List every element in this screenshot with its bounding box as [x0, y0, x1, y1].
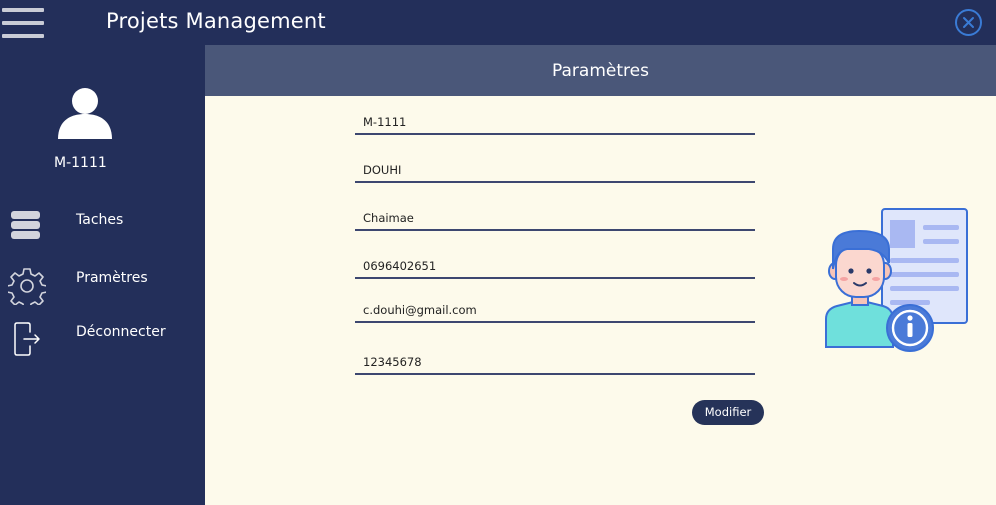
user-info-illustration-icon [823, 207, 973, 357]
sidebar-item-label: Pramètres [76, 270, 148, 286]
user-code-input[interactable] [363, 115, 743, 129]
sidebar-item-label: Déconnecter [76, 324, 166, 340]
sidebar-item-parametres[interactable]: Pramètres [0, 257, 205, 310]
logout-icon [14, 321, 42, 362]
phone-field[interactable] [355, 253, 755, 279]
modify-button[interactable]: Modifier [692, 400, 764, 425]
page-header: Paramètres [205, 45, 996, 96]
sidebar-item-deconnecter[interactable]: Déconnecter [0, 311, 205, 356]
password-input[interactable] [363, 355, 743, 369]
email-field[interactable] [355, 297, 755, 323]
app-title: Projets Management [106, 9, 326, 33]
email-input[interactable] [363, 303, 743, 317]
sidebar: M-1111 Taches Pramètres Déconnecter [0, 45, 205, 505]
title-bar: Projets Management [0, 0, 996, 45]
sidebar-item-label: Taches [76, 212, 124, 228]
main-panel: Paramètres Modifier [205, 45, 996, 505]
first-name-field[interactable] [355, 205, 755, 231]
close-icon[interactable] [954, 8, 983, 37]
user-code-field[interactable] [355, 109, 755, 135]
page-title: Paramètres [552, 61, 649, 81]
phone-input[interactable] [363, 259, 743, 273]
password-field[interactable] [355, 349, 755, 375]
last-name-input[interactable] [363, 163, 743, 177]
user-id-label: M-1111 [54, 155, 107, 171]
user-avatar-icon [56, 83, 114, 141]
last-name-field[interactable] [355, 157, 755, 183]
gear-icon [6, 267, 48, 310]
hamburger-menu-icon[interactable] [2, 8, 44, 40]
stack-icon [11, 211, 41, 246]
first-name-input[interactable] [363, 211, 743, 225]
sidebar-item-taches[interactable]: Taches [0, 199, 205, 243]
